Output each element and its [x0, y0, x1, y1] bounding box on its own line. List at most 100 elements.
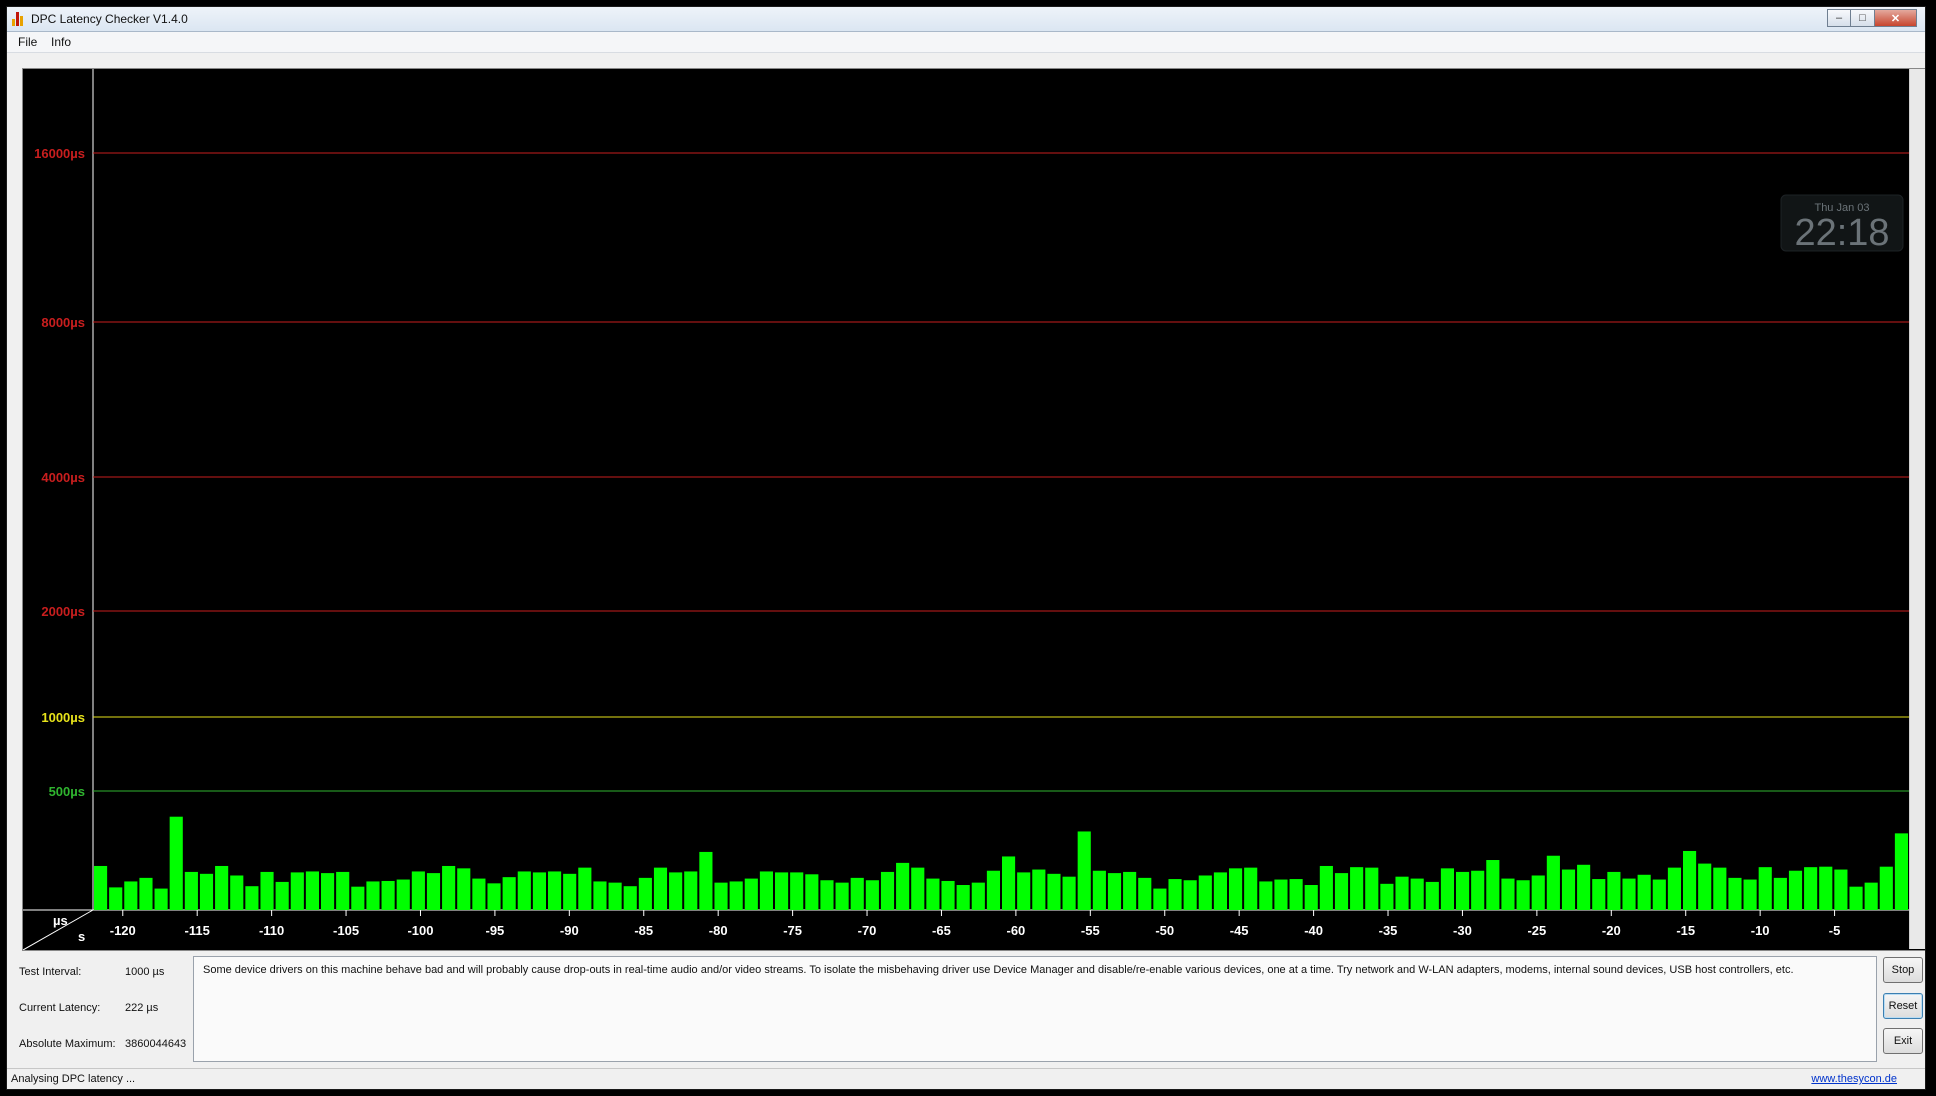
latency-bar [548, 871, 562, 910]
latency-bar [1849, 886, 1863, 910]
latency-bar [956, 885, 970, 910]
latency-bar [351, 886, 365, 910]
latency-bar [1577, 864, 1591, 910]
x-tick-label: -90 [560, 923, 579, 938]
thesycon-link[interactable]: www.thesycon.de [1811, 1073, 1897, 1085]
x-tick-label: -120 [110, 923, 136, 938]
latency-bar [305, 871, 319, 910]
maximize-button[interactable]: □ [1851, 9, 1875, 27]
x-tick-label: -50 [1155, 923, 1174, 938]
title-bar[interactable]: DPC Latency Checker V1.4.0 – □ ✕ [7, 7, 1925, 32]
latency-bar [835, 882, 849, 910]
latency-bar [457, 868, 471, 910]
latency-bar [1410, 878, 1424, 910]
x-tick-label: -20 [1602, 923, 1621, 938]
reset-button[interactable]: Reset [1883, 993, 1923, 1019]
vertical-scrollbar[interactable] [1909, 69, 1925, 949]
latency-bar [926, 878, 940, 910]
latency-bar [1788, 870, 1803, 910]
latency-bar [1607, 871, 1621, 910]
latency-bar [1229, 868, 1243, 910]
latency-bar [608, 882, 622, 910]
latency-bar [1592, 879, 1606, 910]
latency-bar [1637, 874, 1651, 910]
latency-bar [744, 878, 758, 910]
latency-bar [623, 886, 637, 910]
x-tick-label: -85 [634, 923, 653, 938]
latency-bar [1350, 867, 1364, 910]
latency-bar [366, 881, 380, 910]
latency-bar [1183, 880, 1197, 910]
latency-bar [1804, 867, 1818, 910]
latency-bar [381, 880, 395, 910]
x-tick-label: -80 [709, 923, 728, 938]
x-tick-label: -5 [1829, 923, 1841, 938]
latency-chart-svg: 16000µs 8000µs 4000µs 2000µs 1000µs 500µs -120… [23, 69, 1909, 950]
latency-bar [805, 874, 819, 910]
latency-bar [411, 871, 425, 910]
latency-bar [1425, 881, 1439, 910]
latency-bar [1198, 875, 1212, 910]
x-tick-label: -105 [333, 923, 359, 938]
latency-bar [896, 862, 910, 910]
y-level-label: 500µs [49, 784, 85, 799]
latency-bar [1667, 867, 1681, 910]
latency-bar [1107, 873, 1122, 910]
latency-bar [759, 871, 773, 910]
latency-bar [215, 865, 229, 910]
latency-bar [1440, 868, 1454, 910]
latency-bar [638, 877, 652, 910]
latency-bar [275, 881, 289, 910]
exit-button[interactable]: Exit [1883, 1028, 1923, 1054]
latency-bar [1153, 888, 1167, 910]
y-unit-label: µs [53, 913, 68, 928]
latency-bar [426, 873, 441, 910]
latency-bar [714, 882, 728, 910]
latency-bar [1047, 873, 1061, 910]
stop-button[interactable]: Stop [1883, 957, 1923, 983]
x-tick-label: -35 [1379, 923, 1398, 938]
window-title: DPC Latency Checker V1.4.0 [31, 12, 188, 26]
latency-bar [850, 877, 864, 910]
window-controls: – □ ✕ [1827, 9, 1917, 27]
x-tick-label: -65 [932, 923, 951, 938]
latency-bar [1334, 873, 1349, 910]
y-level-label: 1000µs [41, 710, 85, 725]
latency-bar [1213, 872, 1227, 910]
latency-bar [1168, 879, 1182, 910]
close-button[interactable]: ✕ [1875, 9, 1917, 27]
x-tick-label: -10 [1751, 923, 1770, 938]
clock-time: 22:18 [1794, 212, 1889, 254]
latency-bar [563, 873, 577, 910]
app-window: DPC Latency Checker V1.4.0 – □ ✕ File In… [6, 6, 1926, 1090]
latency-bar [1486, 860, 1500, 910]
latency-bar [971, 882, 985, 910]
x-tick-label: -30 [1453, 923, 1472, 938]
x-tick-label: -75 [783, 923, 802, 938]
latency-bar [321, 873, 335, 910]
latency-bar [684, 871, 698, 910]
latency-bar [1758, 867, 1772, 910]
latency-bar [1773, 877, 1787, 910]
latency-bar [941, 880, 955, 910]
x-tick-label: -60 [1006, 923, 1025, 938]
latency-bar [1062, 876, 1076, 910]
latency-bar [669, 872, 683, 910]
menu-bar: File Info [7, 32, 1925, 53]
y-level-label: 16000µs [34, 146, 85, 161]
latency-bar [1546, 855, 1560, 910]
latency-bar [1683, 850, 1697, 910]
menu-file[interactable]: File [18, 35, 37, 49]
latency-bar [593, 881, 607, 910]
latency-bar [260, 871, 274, 910]
latency-bar [986, 870, 1000, 910]
latency-bar [396, 879, 410, 910]
minimize-button[interactable]: – [1827, 9, 1851, 27]
latency-bar [139, 877, 153, 910]
latency-bar [109, 887, 123, 910]
latency-bar [820, 880, 834, 910]
latency-bar [1365, 867, 1379, 910]
menu-info[interactable]: Info [51, 35, 71, 49]
current-latency-value: 222 µs [125, 1002, 159, 1014]
latency-bar [1304, 885, 1318, 910]
